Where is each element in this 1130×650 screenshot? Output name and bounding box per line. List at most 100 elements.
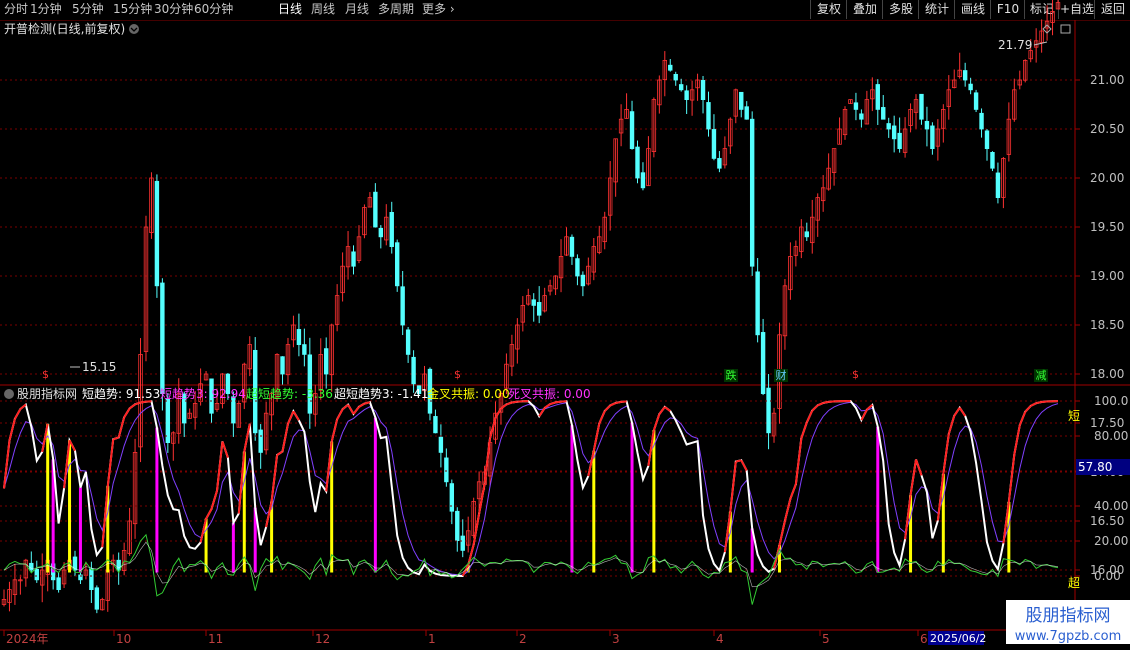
- candle-body: [717, 158, 722, 169]
- candle-body: [684, 90, 689, 101]
- candle-body: [700, 80, 706, 101]
- short-trend-rising-segment: [789, 483, 797, 500]
- short-trend-rising-segment: [221, 441, 229, 459]
- candle-body: [635, 146, 640, 179]
- price-tick-label: 20.50: [1090, 122, 1124, 136]
- short-trend-rising-segment: [506, 401, 513, 406]
- candle-body: [536, 302, 542, 316]
- time-axis-label: 11: [208, 632, 223, 646]
- indicator-legend-item: 超短趋势3: -1.41: [334, 386, 429, 401]
- time-axis-label: 2: [519, 632, 527, 646]
- short-trend-rising-segment: [106, 439, 115, 487]
- short-trend-rising-segment: [364, 401, 371, 405]
- candle-body: [804, 231, 809, 238]
- candle-body: [859, 113, 864, 120]
- candle-body: [400, 286, 405, 326]
- short-trend-rising-segment: [1035, 401, 1042, 405]
- main-chart-title: 开普检测(日线,前复权): [4, 21, 125, 36]
- candle-body: [673, 73, 678, 81]
- candle-body: [760, 332, 766, 395]
- candle-body: [411, 356, 416, 385]
- short-trend-rising-segment: [347, 404, 355, 415]
- indicator-legend-item: 金叉共振: 0.00: [427, 386, 510, 401]
- candle-body: [29, 562, 34, 571]
- short-trend-rising-segment: [205, 508, 213, 520]
- short-trend-rising-segment: [740, 459, 748, 471]
- indicator-legend-item: 死叉共振: 0.00: [508, 387, 591, 401]
- indicator-legend-item: 短趋势3: 92.94: [160, 387, 246, 401]
- short-trend-rising-segment: [341, 403, 349, 411]
- indicator-menu-icon: [4, 389, 14, 399]
- candle-body: [744, 106, 749, 120]
- short-trend-rising-segment: [942, 433, 950, 475]
- candle-body: [324, 348, 329, 375]
- title-dropdown-icon: [129, 24, 139, 34]
- candle-body: [89, 568, 94, 591]
- short-trend-rising-segment: [958, 407, 966, 417]
- event-marker: $: [42, 368, 49, 381]
- short-trend-line: [3, 399, 1059, 578]
- candle-body: [395, 242, 400, 287]
- candle-body: [280, 356, 285, 375]
- candle-body: [569, 236, 575, 257]
- short-trend-rising-segment: [817, 402, 824, 407]
- time-axis-label: 4: [716, 632, 724, 646]
- candle-body: [116, 559, 121, 571]
- candle-body: [984, 130, 990, 150]
- short-trend-rising-segment: [953, 407, 961, 417]
- watermark-url: www.7gpzb.com: [1015, 629, 1122, 644]
- indicator-tick-label: 0.00: [1094, 569, 1121, 583]
- candle-body: [575, 258, 580, 277]
- candle-body: [433, 416, 438, 434]
- short-trend-rising-segment: [555, 400, 562, 404]
- candle-body: [629, 111, 635, 150]
- watermark-title: 股朋指标网: [1026, 606, 1111, 626]
- candle-body: [973, 92, 979, 110]
- short-trend-rising-segment: [658, 406, 666, 415]
- short-trend-rising-segment: [19, 403, 27, 410]
- candle-body: [979, 112, 984, 130]
- short-trend-rising-segment: [472, 513, 481, 545]
- short-trend-rising-segment: [805, 410, 814, 423]
- short-trend-rising-segment: [287, 410, 295, 425]
- candle-body: [302, 344, 307, 355]
- candle-body: [881, 107, 886, 120]
- time-axis-label: 6: [920, 632, 928, 646]
- event-marker: 减: [1036, 369, 1047, 382]
- price-tick-label: 17.50: [1090, 416, 1124, 430]
- candle-body: [94, 587, 100, 610]
- candle-body: [351, 251, 356, 267]
- short-trend-rising-segment: [735, 459, 742, 463]
- time-axis-label: 1: [428, 632, 436, 646]
- short-trend-rising-segment: [549, 401, 556, 406]
- short-trend-rising-segment: [609, 402, 617, 407]
- short-trend-rising-segment: [270, 454, 279, 502]
- high-price-label: 21.79: [998, 38, 1032, 52]
- candle-body: [449, 483, 455, 512]
- short-trend-rising-segment: [281, 423, 289, 452]
- candle-body: [755, 271, 760, 336]
- short-trend-rising-segment: [1024, 405, 1032, 413]
- short-trend-rising-segment: [483, 438, 492, 484]
- short-trend-rising-segment: [652, 413, 661, 431]
- time-axis-label: 5: [822, 632, 830, 646]
- short-trend-rising-segment: [276, 450, 284, 456]
- short-trend-rising-segment: [243, 423, 251, 452]
- candle-body: [875, 84, 880, 110]
- short-trend-rising-segment: [140, 400, 147, 404]
- candle-body: [580, 274, 586, 287]
- short-trend-rising-segment: [215, 441, 224, 491]
- candle-body: [924, 120, 930, 130]
- price-tick-label: 21.00: [1090, 73, 1124, 87]
- indicator-right-glyph: 超: [1068, 575, 1080, 590]
- short-trend-rising-segment: [1018, 411, 1027, 426]
- candle-body: [444, 457, 449, 483]
- candle-body: [711, 129, 717, 159]
- short-trend-rising-segment: [1013, 424, 1021, 455]
- short-trend-rising-segment: [915, 459, 923, 476]
- candle-body: [678, 84, 684, 91]
- short-trend3-line: [3, 401, 1059, 576]
- candle-body: [531, 299, 536, 306]
- candle-body: [930, 125, 935, 150]
- candle-body: [307, 354, 313, 414]
